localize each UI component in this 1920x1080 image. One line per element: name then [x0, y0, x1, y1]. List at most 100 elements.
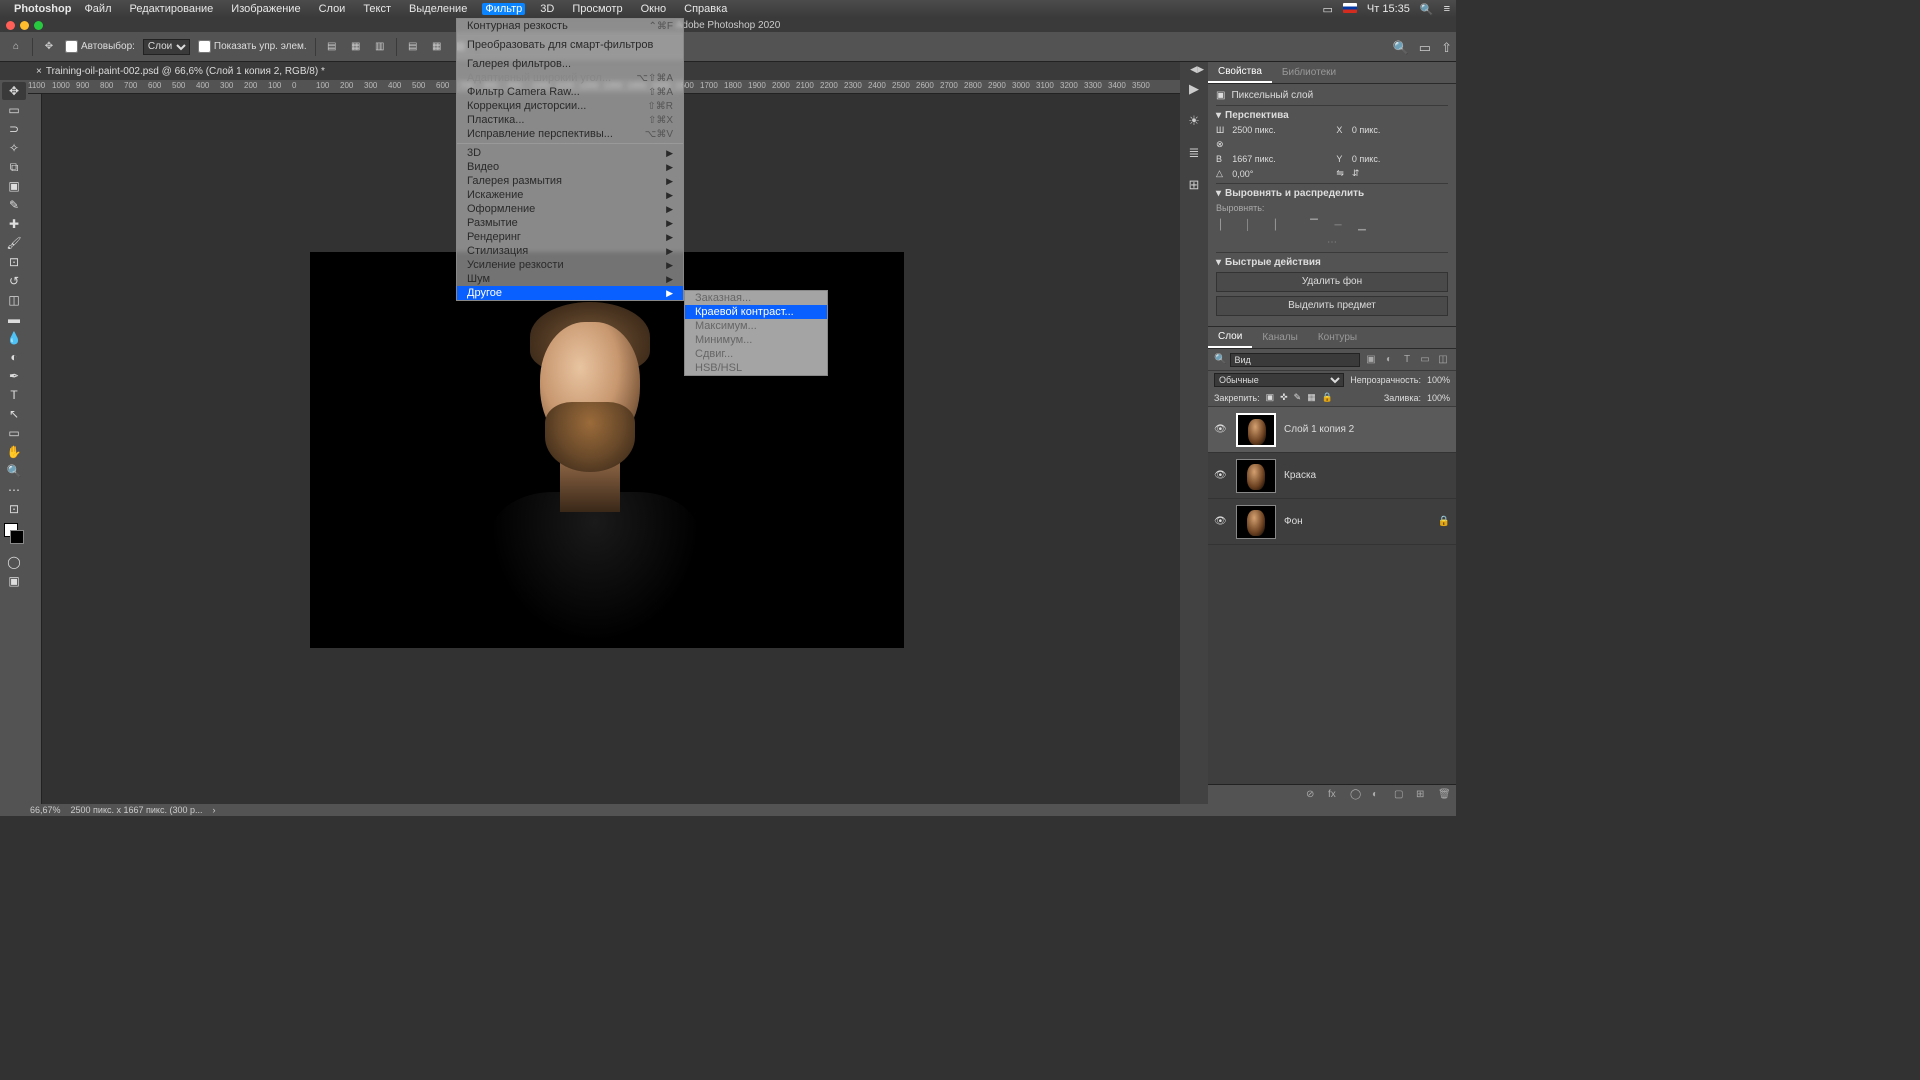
menu-video-sub[interactable]: Видео▶ [457, 160, 683, 174]
align-center-h-icon[interactable]: ▦ [348, 39, 364, 55]
flip-v-icon[interactable]: ⇵ [1352, 168, 1448, 179]
tab-channels[interactable]: Каналы [1252, 327, 1308, 348]
blur-tool[interactable]: 💧 [2, 329, 26, 347]
align-left-btn[interactable]: ▏ [1216, 217, 1232, 233]
align-top-btn[interactable]: ▔ [1306, 217, 1322, 233]
visibility-icon[interactable]: 👁 [1214, 470, 1228, 481]
submenu-offset[interactable]: Сдвиг... [685, 347, 827, 361]
menu-liquify[interactable]: Пластика...⇧⌘X [457, 113, 683, 127]
submenu-hsbhsl[interactable]: HSB/HSL [685, 361, 827, 375]
lasso-tool[interactable]: ⊃ [2, 120, 26, 138]
layer-row[interactable]: 👁 Слой 1 копия 2 [1208, 407, 1456, 453]
clock[interactable]: Чт 15:35 [1367, 3, 1410, 15]
submenu-custom[interactable]: Заказная... [685, 291, 827, 305]
menu-noise-sub[interactable]: Шум▶ [457, 272, 683, 286]
menu-render-sub[interactable]: Рендеринг▶ [457, 230, 683, 244]
menu-select[interactable]: Выделение [406, 3, 470, 15]
screenshare-icon[interactable]: ▭ [1323, 3, 1333, 16]
submenu-maximum[interactable]: Максимум... [685, 319, 827, 333]
path-tool[interactable]: ↖ [2, 405, 26, 423]
gradient-tool[interactable]: ▬ [2, 310, 26, 328]
filter-img-icon[interactable]: ▣ [1364, 353, 1378, 367]
menu-view[interactable]: Просмотр [569, 3, 625, 15]
tab-libraries[interactable]: Библиотеки [1272, 62, 1346, 83]
fx-icon[interactable]: fx [1328, 789, 1340, 801]
menu-image[interactable]: Изображение [228, 3, 303, 15]
layer-row[interactable]: 👁 Краска [1208, 453, 1456, 499]
x-input[interactable] [1352, 125, 1408, 135]
crop-tool[interactable]: ⧉ [2, 158, 26, 176]
window-maximize-icon[interactable] [34, 21, 43, 30]
flip-h-icon[interactable]: ⇋ [1336, 168, 1344, 179]
layer-thumbnail[interactable] [1236, 459, 1276, 493]
menu-3d-sub[interactable]: 3D▶ [457, 146, 683, 160]
tab-paths[interactable]: Контуры [1308, 327, 1367, 348]
language-flag-icon[interactable] [1343, 3, 1357, 16]
menu-window[interactable]: Окно [638, 3, 670, 15]
filter-type-icon[interactable]: T [1400, 353, 1414, 367]
delete-layer-icon[interactable]: 🗑 [1438, 789, 1450, 801]
heal-tool[interactable]: ✚ [2, 215, 26, 233]
layer-thumbnail[interactable] [1236, 413, 1276, 447]
opacity-value[interactable]: 100% [1427, 375, 1450, 385]
quick-actions-header[interactable]: ▾ Быстрые действия [1216, 257, 1448, 268]
mask-icon[interactable]: ◯ [1350, 789, 1362, 801]
align-left-icon[interactable]: ▤ [324, 39, 340, 55]
filter-adj-icon[interactable]: ◐ [1382, 353, 1396, 367]
angle-input[interactable] [1232, 169, 1288, 179]
move-tool[interactable]: ✥ [2, 82, 26, 100]
link-layers-icon[interactable]: ⊘ [1306, 789, 1318, 801]
submenu-minimum[interactable]: Минимум... [685, 333, 827, 347]
lock-all-icon[interactable]: 🔒 [1322, 392, 1333, 403]
align-hcenter-btn[interactable]: │ [1240, 217, 1256, 233]
window-minimize-icon[interactable] [20, 21, 29, 30]
app-name[interactable]: Photoshop [14, 3, 71, 15]
type-tool[interactable]: T [2, 386, 26, 404]
menu-3d[interactable]: 3D [537, 3, 557, 15]
background-swatch[interactable] [10, 530, 24, 544]
visibility-icon[interactable]: 👁 [1214, 424, 1228, 435]
quickmask-tool[interactable]: ◯ [2, 553, 26, 571]
doc-info-arrow-icon[interactable]: › [212, 805, 215, 815]
marquee-tool[interactable]: ▭ [2, 101, 26, 119]
menu-layer[interactable]: Слои [316, 3, 349, 15]
filter-smart-icon[interactable]: ◫ [1436, 353, 1450, 367]
window-close-icon[interactable] [6, 21, 15, 30]
lock-img-icon[interactable]: ▣ [1266, 392, 1275, 403]
menu-blur-sub[interactable]: Размытие▶ [457, 216, 683, 230]
menu-last-filter[interactable]: Контурная резкость⌃⌘F [457, 19, 683, 33]
stamp-tool[interactable]: ⊡ [2, 253, 26, 271]
screenmode-tool[interactable]: ▣ [2, 572, 26, 590]
edit-toolbar[interactable]: ⊡ [2, 500, 26, 518]
align-right-btn[interactable]: ▕ [1264, 217, 1280, 233]
layer-name[interactable]: Фон [1284, 516, 1303, 527]
lock-nest-icon[interactable]: ▦ [1307, 392, 1316, 403]
doc-close-icon[interactable]: × [36, 66, 42, 77]
adjustments-panel-icon[interactable]: ☀ [1185, 112, 1203, 130]
move-tool-icon[interactable]: ✥ [41, 39, 57, 55]
select-subject-button[interactable]: Выделить предмет [1216, 296, 1448, 316]
styles-panel-icon[interactable]: ≣ [1185, 144, 1203, 162]
eraser-tool[interactable]: ◫ [2, 291, 26, 309]
zoom-tool[interactable]: 🔍 [2, 462, 26, 480]
align-top-icon[interactable]: ▤ [405, 39, 421, 55]
wand-tool[interactable]: ✧ [2, 139, 26, 157]
menu-blur-gallery-sub[interactable]: Галерея размытия▶ [457, 174, 683, 188]
layer-name[interactable]: Краска [1284, 470, 1316, 481]
doc-info[interactable]: 2500 пикс. x 1667 пикс. (300 p... [71, 805, 203, 815]
autoselect-checkbox[interactable]: Автовыбор: [65, 40, 135, 53]
menu-sharpen-sub[interactable]: Усиление резкости▶ [457, 258, 683, 272]
menu-extras-icon[interactable]: ≡ [1444, 3, 1450, 15]
shape-tool[interactable]: ▭ [2, 424, 26, 442]
search-icon[interactable]: 🔍 [1393, 40, 1409, 56]
blend-mode-select[interactable]: Обычные [1214, 373, 1344, 387]
align-bottom-btn[interactable]: ▁ [1354, 217, 1370, 233]
width-input[interactable] [1232, 125, 1288, 135]
align-center-v-icon[interactable]: ▦ [429, 39, 445, 55]
menu-type[interactable]: Текст [360, 3, 394, 15]
layer-name[interactable]: Слой 1 копия 2 [1284, 424, 1354, 435]
share-icon[interactable]: ⇧ [1441, 40, 1452, 56]
menu-help[interactable]: Справка [681, 3, 730, 15]
toolbar-more[interactable]: ⋯ [2, 481, 26, 499]
menu-distort-sub[interactable]: Искажение▶ [457, 188, 683, 202]
